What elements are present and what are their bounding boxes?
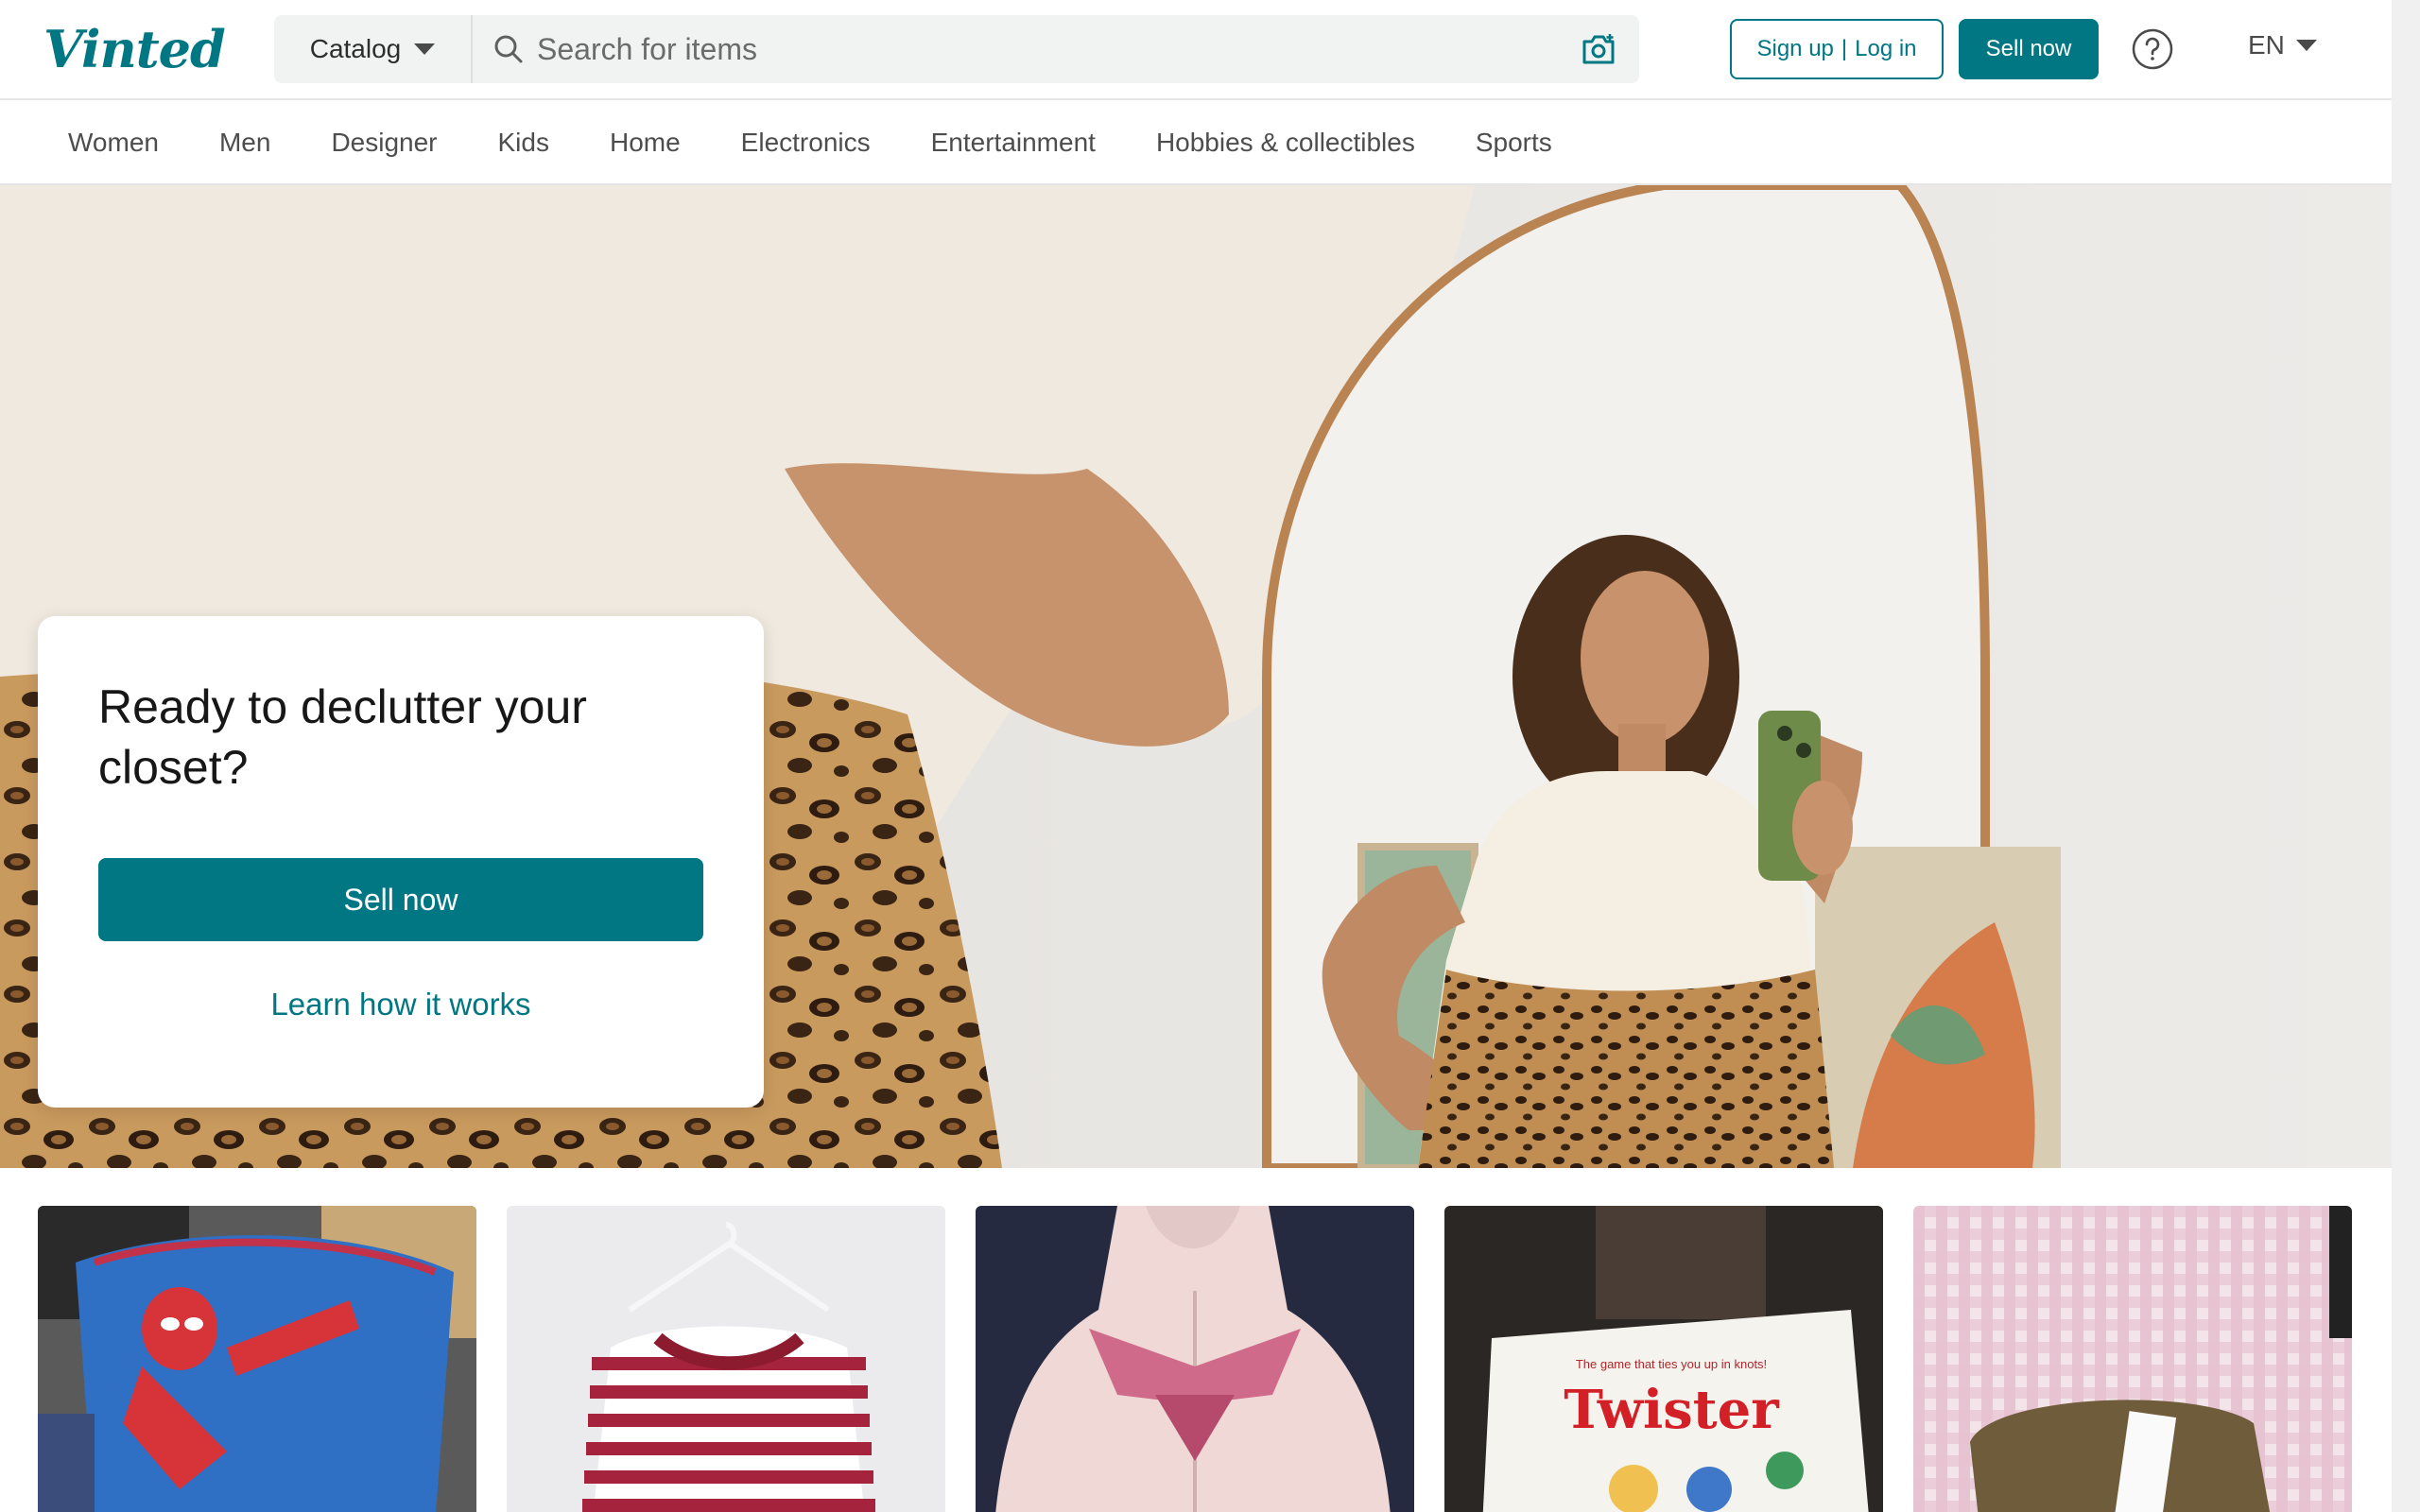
category-nav: Women Men Designer Kids Home Electronics… bbox=[0, 100, 2392, 185]
language-label: EN bbox=[2248, 30, 2285, 60]
nav-item-men[interactable]: Men bbox=[219, 128, 270, 158]
item-photo-spiderman-chair bbox=[38, 1206, 476, 1512]
learn-how-it-works-link[interactable]: Learn how it works bbox=[98, 987, 703, 1022]
nav-item-women[interactable]: Women bbox=[68, 128, 159, 158]
catalog-label: Catalog bbox=[309, 34, 402, 63]
item-card[interactable] bbox=[38, 1206, 476, 1512]
catalog-dropdown[interactable]: Catalog bbox=[274, 15, 473, 83]
twister-tagline: The game that ties you up in knots! bbox=[1576, 1357, 1767, 1371]
item-photo-striped-shirt bbox=[507, 1206, 945, 1512]
chevron-down-icon bbox=[414, 43, 436, 55]
page: Vinted Catalog Sign up | Log in Sell bbox=[0, 0, 2420, 1512]
chevron-down-icon bbox=[2295, 40, 2317, 51]
hero-sell-now-button[interactable]: Sell now bbox=[98, 858, 703, 941]
item-feed: The game that ties you up in knots! Twis… bbox=[0, 1168, 2392, 1512]
nav-item-sports[interactable]: Sports bbox=[1476, 128, 1552, 158]
language-selector[interactable]: EN bbox=[2248, 30, 2317, 60]
signup-label: Sign up bbox=[1756, 36, 1834, 61]
scrollbar[interactable] bbox=[2392, 0, 2420, 1512]
nav-item-entertainment[interactable]: Entertainment bbox=[931, 128, 1096, 158]
nav-item-designer[interactable]: Designer bbox=[331, 128, 437, 158]
vinted-logo[interactable]: Vinted bbox=[43, 19, 226, 79]
item-card[interactable] bbox=[507, 1206, 945, 1512]
hero-banner: Ready to declutter your closet? Sell now… bbox=[0, 185, 2392, 1168]
help-icon[interactable] bbox=[2131, 27, 2174, 71]
separator: | bbox=[1841, 36, 1848, 61]
nav-item-home[interactable]: Home bbox=[610, 128, 681, 158]
search-icon bbox=[494, 35, 523, 63]
nav-item-hobbies[interactable]: Hobbies & collectibles bbox=[1156, 128, 1415, 158]
search-input[interactable] bbox=[537, 15, 1548, 83]
signup-login-button[interactable]: Sign up | Log in bbox=[1730, 19, 1944, 79]
item-card[interactable] bbox=[976, 1206, 1414, 1512]
item-card[interactable] bbox=[1913, 1206, 2352, 1512]
nav-item-kids[interactable]: Kids bbox=[498, 128, 549, 158]
item-card[interactable]: The game that ties you up in knots! Twis… bbox=[1444, 1206, 1883, 1512]
item-photo-twister-game: The game that ties you up in knots! Twis… bbox=[1444, 1206, 1883, 1512]
camera-search-icon[interactable] bbox=[1581, 32, 1616, 66]
hero-title: Ready to declutter your closet? bbox=[98, 680, 587, 794]
nav-item-electronics[interactable]: Electronics bbox=[741, 128, 871, 158]
item-photo-gingham-shorts bbox=[1913, 1206, 2352, 1512]
twister-title: Twister bbox=[1564, 1379, 1780, 1441]
hero-card: Ready to declutter your closet? Sell now… bbox=[38, 616, 764, 1108]
top-header: Vinted Catalog Sign up | Log in Sell bbox=[0, 0, 2392, 100]
item-photo-supergirl-hoodie bbox=[976, 1206, 1414, 1512]
header-sell-now-button[interactable]: Sell now bbox=[1959, 19, 2099, 79]
login-label: Log in bbox=[1855, 36, 1917, 61]
search-bar: Catalog bbox=[274, 15, 1639, 83]
